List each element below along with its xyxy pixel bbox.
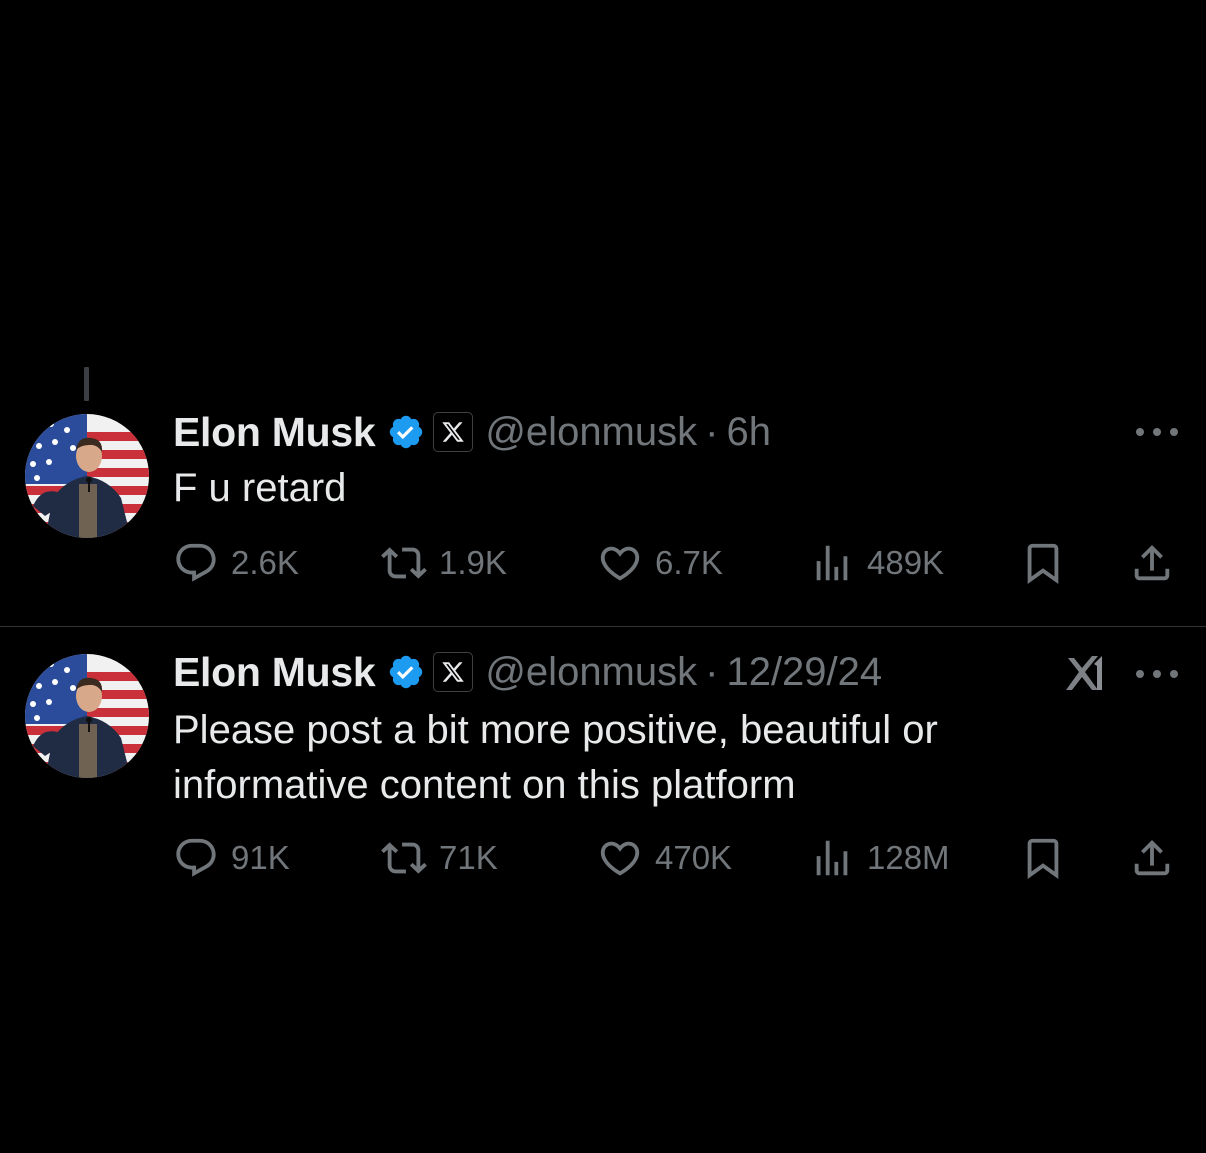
reply-count: 2.6K — [231, 544, 299, 581]
tweet-text: Please post a bit more positive, beautif… — [173, 708, 938, 807]
views-icon — [816, 840, 848, 876]
tweet-header: Elon Musk @elonmusk · 12/29/24 — [173, 648, 882, 696]
bookmark-button[interactable] — [1020, 538, 1066, 588]
share-icon — [1134, 839, 1170, 876]
share-icon — [1134, 544, 1170, 581]
heart-icon — [600, 841, 640, 876]
author-handle[interactable]: @elonmusk — [485, 410, 697, 455]
thread-connector-line — [84, 367, 89, 401]
tweet-timestamp[interactable]: 12/29/24 — [726, 650, 882, 695]
heart-icon — [600, 546, 640, 581]
tweet-text: F u retard — [173, 466, 347, 510]
bookmark-icon — [1027, 838, 1059, 879]
repost-count: 71K — [439, 839, 498, 876]
author-handle[interactable]: @elonmusk — [485, 650, 697, 695]
author-name[interactable]: Elon Musk — [173, 649, 376, 696]
avatar[interactable] — [25, 654, 149, 778]
repost-button[interactable]: 71K — [381, 833, 498, 883]
separator-dot: · — [705, 409, 719, 454]
more-options-icon[interactable] — [1136, 422, 1178, 442]
tweet-actions: 2.6K 1.9K 6.7K 489K — [173, 538, 1183, 588]
verified-badge-icon[interactable] — [387, 653, 425, 691]
verified-badge-icon[interactable] — [387, 413, 425, 451]
author-name[interactable]: Elon Musk — [173, 409, 376, 456]
views-count: 489K — [867, 544, 945, 581]
views-button[interactable]: 128M — [809, 833, 950, 883]
separator-dot: · — [705, 649, 719, 694]
views-button[interactable]: 489K — [809, 538, 944, 588]
tweet-actions: 91K 71K 470K 128M — [173, 833, 1183, 883]
tweet[interactable]: Elon Musk @elonmusk · 12/29/24 Please po… — [0, 640, 1206, 900]
repost-icon — [381, 842, 427, 874]
avatar[interactable] — [25, 414, 149, 538]
more-options-icon[interactable] — [1136, 664, 1178, 684]
reply-button[interactable]: 91K — [173, 833, 290, 883]
tweet-header: Elon Musk @elonmusk · 6h — [173, 408, 771, 456]
avatar-image — [25, 414, 149, 538]
share-button[interactable] — [1129, 833, 1175, 883]
views-icon — [816, 545, 848, 581]
share-button[interactable] — [1129, 538, 1175, 588]
like-count: 470K — [655, 839, 733, 876]
like-button[interactable]: 470K — [597, 833, 732, 883]
repost-icon — [381, 547, 427, 579]
repost-button[interactable]: 1.9K — [381, 538, 507, 588]
grok-icon[interactable] — [1060, 650, 1108, 698]
reply-count: 91K — [231, 839, 290, 876]
reply-icon — [176, 543, 216, 582]
bookmark-icon — [1027, 543, 1059, 584]
like-button[interactable]: 6.7K — [597, 538, 723, 588]
x-logo-icon[interactable] — [433, 412, 474, 452]
like-count: 6.7K — [655, 544, 723, 581]
reply-icon — [176, 838, 216, 877]
views-count: 128M — [867, 839, 950, 876]
x-logo-icon[interactable] — [433, 652, 474, 692]
reply-button[interactable]: 2.6K — [173, 538, 299, 588]
repost-count: 1.9K — [439, 544, 507, 581]
tweet[interactable]: Elon Musk @elonmusk · 6h F u retard 2.6K — [0, 400, 1206, 627]
avatar-image — [25, 654, 149, 778]
tweet-timestamp[interactable]: 6h — [726, 410, 771, 455]
bookmark-button[interactable] — [1020, 833, 1066, 883]
